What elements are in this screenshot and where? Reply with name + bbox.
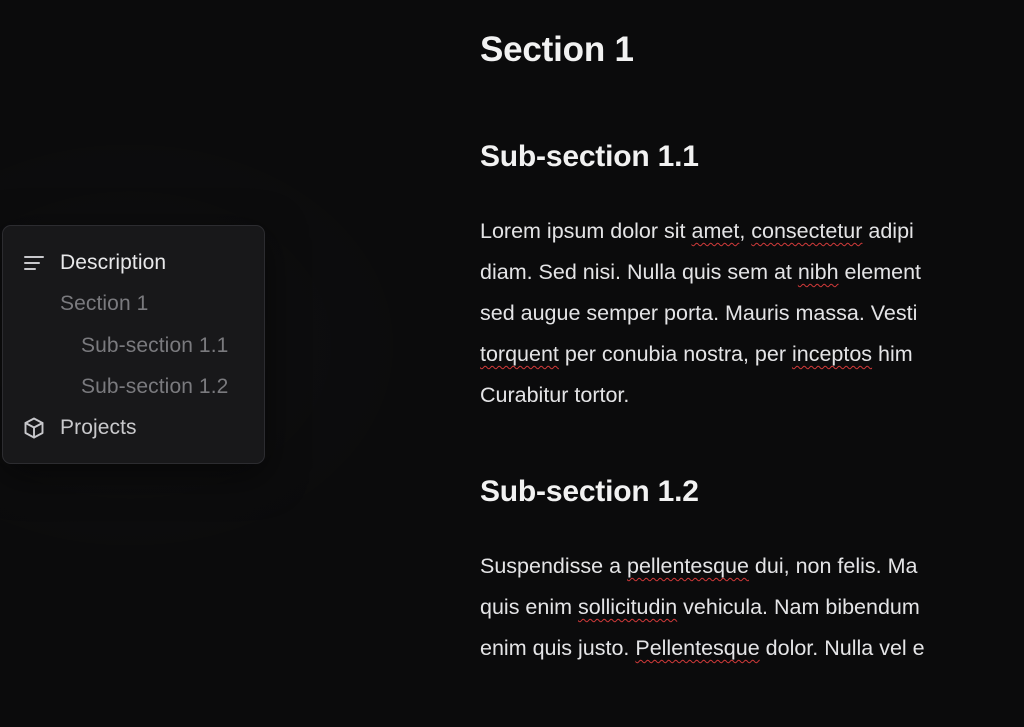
paragraph-line: Lorem ipsum dolor sit amet, consectetur … [480, 219, 914, 243]
misspelled-word[interactable]: Pellentesque [635, 636, 759, 660]
misspelled-word[interactable]: torquent [480, 342, 559, 366]
outline-item-label: Sub-section 1.2 [81, 375, 229, 398]
misspelled-word[interactable]: nibh [798, 260, 839, 284]
sub-section-heading-1-2: Sub-section 1.2 [480, 475, 699, 508]
outline-item-label: Section 1 [60, 292, 149, 315]
misspelled-word[interactable]: amet [692, 219, 740, 243]
cube-icon [21, 415, 47, 441]
outline-item-label: Description [60, 251, 167, 274]
sub-section-heading-1-1: Sub-section 1.1 [480, 140, 699, 173]
misspelled-word[interactable]: sollicitudin [578, 595, 677, 619]
paragraph-line: Curabitur tortor. [480, 383, 630, 407]
misspelled-word[interactable]: pellentesque [627, 554, 749, 578]
paragraph-line: torquent per conubia nostra, per incepto… [480, 342, 913, 366]
outline-item-label: Sub-section 1.1 [81, 334, 229, 357]
outline-item-label: Projects [60, 416, 137, 439]
misspelled-word[interactable]: inceptos [792, 342, 872, 366]
paragraph-line: diam. Sed nisi. Nulla quis sem at nibh e… [480, 260, 921, 284]
document-content: Section 1 Sub-section 1.1 Lorem ipsum do… [480, 0, 1024, 727]
section-heading: Section 1 [480, 30, 634, 69]
paragraph-line: sed augue semper porta. Mauris massa. Ve… [480, 301, 918, 325]
misspelled-word[interactable]: consectetur [751, 219, 862, 243]
lines-icon [21, 250, 47, 276]
paragraph-line: Suspendisse a pellentesque dui, non feli… [480, 554, 918, 578]
paragraph-line: quis enim sollicitudin vehicula. Nam bib… [480, 595, 920, 619]
paragraph-line: enim quis justo. Pellentesque dolor. Nul… [480, 636, 925, 660]
